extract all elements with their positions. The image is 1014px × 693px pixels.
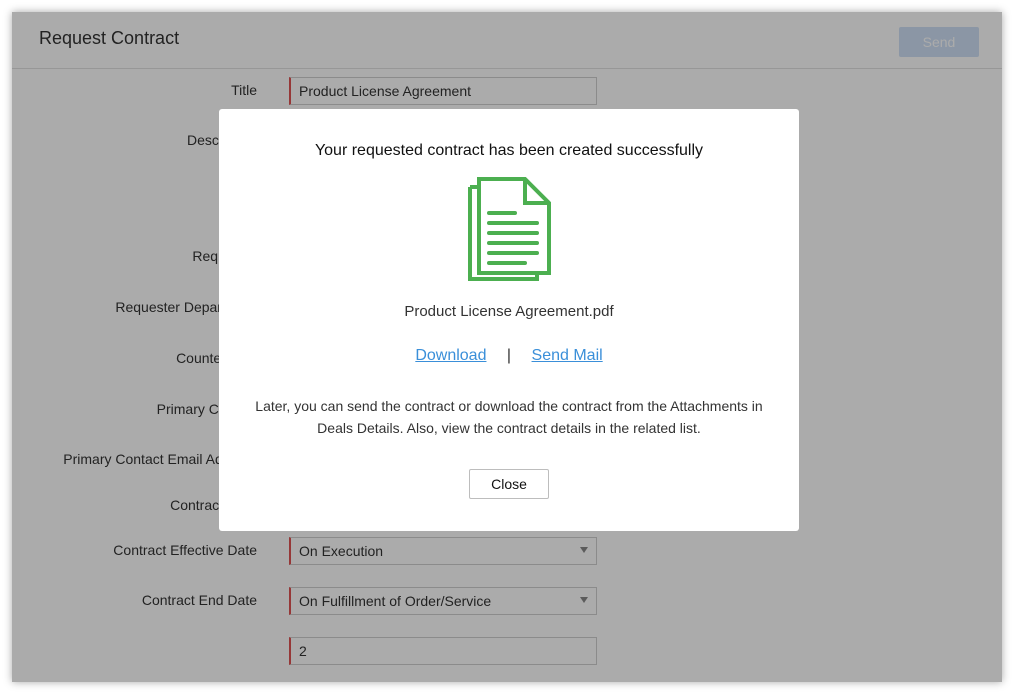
document-icon [467,177,553,283]
download-link[interactable]: Download [415,347,486,364]
info-line-1: Later, you can send the contract or down… [255,398,763,414]
send-mail-link[interactable]: Send Mail [532,347,603,364]
info-text: Later, you can send the contract or down… [249,395,769,439]
modal-title: Your requested contract has been created… [314,142,704,159]
info-line-2: Deals Details. Also, view the contract d… [317,420,701,436]
success-modal: Your requested contract has been created… [219,109,799,531]
link-separator: | [506,347,512,364]
modal-links: Download | Send Mail [219,347,799,365]
close-button[interactable]: Close [469,469,549,499]
request-contract-window: Request Contract Send Title Product Lice… [12,12,1002,682]
file-name: Product License Agreement.pdf [404,303,614,320]
